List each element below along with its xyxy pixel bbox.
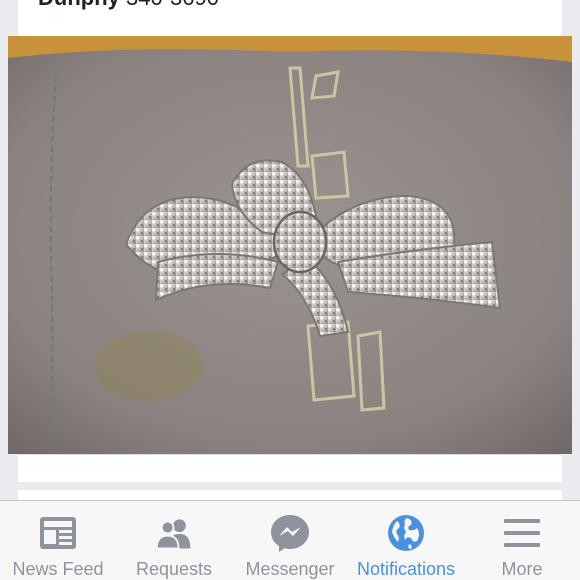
messenger-icon [270,513,310,553]
tab-news-feed[interactable]: News Feed [0,501,116,580]
facebook-app-screen: Dunphy 340-3690 [0,0,580,580]
bottom-tab-bar: News Feed Requests Messenger Notificatio… [0,500,580,580]
tab-label: Requests [135,559,213,579]
news-feed-icon [38,513,78,553]
next-post-card [18,490,562,500]
hamburger-menu-icon [502,513,542,553]
post-text-card: Dunphy 340-3690 [18,0,562,38]
post-author-name: Dunphy [38,0,120,10]
post-phone-number: 340-3690 [126,0,219,10]
brooch-photo-illustration [8,36,572,454]
tab-messenger[interactable]: Messenger [232,501,348,580]
globe-icon [386,513,426,553]
tab-more[interactable]: More [464,501,580,580]
post-photo[interactable] [8,36,572,454]
tab-notifications[interactable]: Notifications [348,501,464,580]
tab-label: Messenger [245,559,335,579]
tab-label: News Feed [12,559,104,579]
tab-requests[interactable]: Requests [116,501,232,580]
post-text: Dunphy 340-3690 [38,0,219,11]
tab-label: More [501,559,543,579]
post-footer-card [18,454,562,482]
friend-requests-icon [154,513,194,553]
tab-label: Notifications [356,559,456,579]
